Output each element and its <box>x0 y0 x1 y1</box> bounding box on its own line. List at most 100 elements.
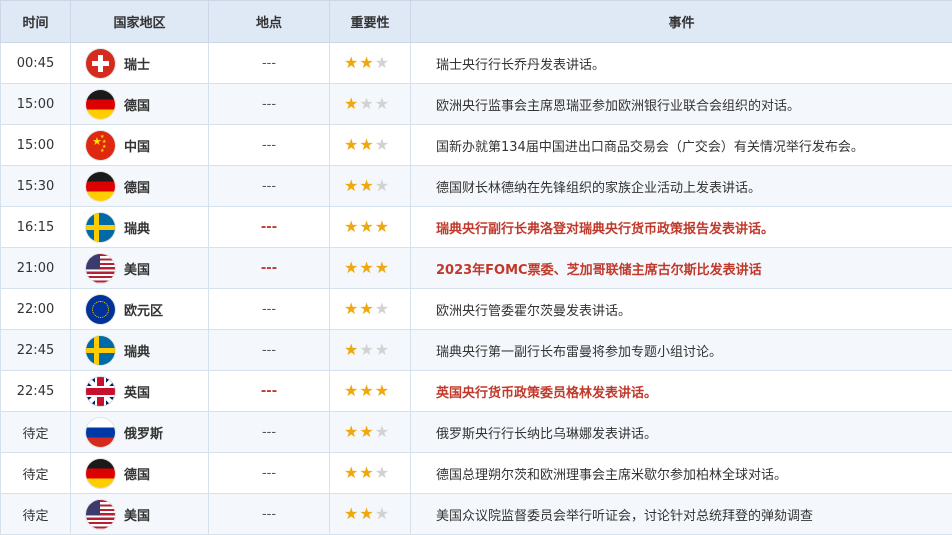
star-icon: ★ <box>375 504 389 523</box>
country-name: 欧元区 <box>124 300 163 319</box>
event-description: 瑞士央行行长乔丹发表讲话。 <box>411 43 952 84</box>
event-description: 瑞典央行第一副行长布雷曼将参加专题小组讨论。 <box>411 330 952 371</box>
sweden-flag-icon <box>86 213 115 242</box>
star-icon: ★ <box>375 94 389 113</box>
header-time: 时间 <box>1 1 71 43</box>
star-icon: ★ <box>344 299 358 318</box>
country-name: 中国 <box>124 136 150 155</box>
germany-flag-icon <box>86 459 115 488</box>
table-row[interactable]: 待定俄罗斯---★★★俄罗斯央行行长纳比乌琳娜发表讲话。 <box>1 412 952 453</box>
usa-flag-icon <box>86 500 115 529</box>
importance-rating: ★★★ <box>330 289 411 330</box>
table-row[interactable]: 15:30德国---★★★德国财长林德纳在先锋组织的家族企业活动上发表讲话。 <box>1 166 952 207</box>
event-location: --- <box>209 166 330 207</box>
star-icon: ★ <box>359 422 373 441</box>
event-location: --- <box>209 84 330 125</box>
country-cell: 德国 <box>71 453 209 494</box>
event-location: --- <box>209 330 330 371</box>
table-row[interactable]: 22:00欧元区---★★★欧洲央行管委霍尔茨曼发表讲话。 <box>1 289 952 330</box>
star-icon: ★ <box>344 176 358 195</box>
star-icon: ★ <box>375 258 389 277</box>
uk-flag-icon <box>86 377 115 406</box>
star-icon: ★ <box>359 94 373 113</box>
event-location: --- <box>209 289 330 330</box>
table-row[interactable]: 00:45 瑞士 ---★★★瑞士央行行长乔丹发表讲话。 <box>1 43 952 84</box>
event-time: 待定 <box>1 453 71 494</box>
country-name: 瑞士 <box>124 54 150 73</box>
importance-rating: ★★★ <box>330 207 411 248</box>
star-icon: ★ <box>359 258 373 277</box>
usa-flag-icon <box>86 254 115 283</box>
importance-rating: ★★★ <box>330 494 411 535</box>
event-time: 15:00 <box>1 84 71 125</box>
event-location: --- <box>209 125 330 166</box>
event-description: 欧洲央行监事会主席恩瑞亚参加欧洲银行业联合会组织的对话。 <box>411 84 952 125</box>
country-cell: ★★★★★ 中国 <box>71 125 209 166</box>
importance-rating: ★★★ <box>330 43 411 84</box>
country-name: 瑞典 <box>124 218 150 237</box>
country-cell: 英国 <box>71 371 209 412</box>
event-description: 英国央行货币政策委员格林发表讲话。 <box>411 371 952 412</box>
event-description: 俄罗斯央行行长纳比乌琳娜发表讲话。 <box>411 412 952 453</box>
table-row[interactable]: 15:00★★★★★中国---★★★国新办就第134届中国进出口商品交易会（广交… <box>1 125 952 166</box>
country-cell: 俄罗斯 <box>71 412 209 453</box>
star-icon: ★ <box>359 340 373 359</box>
table-row[interactable]: 16:15瑞典---★★★瑞典央行副行长弗洛登对瑞典央行货币政策报告发表讲话。 <box>1 207 952 248</box>
star-icon: ★ <box>375 422 389 441</box>
event-time: 00:45 <box>1 43 71 84</box>
star-icon: ★ <box>344 53 358 72</box>
table-row[interactable]: 22:45英国---★★★英国央行货币政策委员格林发表讲话。 <box>1 371 952 412</box>
event-description: 瑞典央行副行长弗洛登对瑞典央行货币政策报告发表讲话。 <box>411 207 952 248</box>
country-cell: 瑞典 <box>71 207 209 248</box>
event-location: --- <box>209 412 330 453</box>
event-time: 16:15 <box>1 207 71 248</box>
table-row[interactable]: 待定美国---★★★美国众议院监督委员会举行听证会，讨论针对总统拜登的弹劾调查 <box>1 494 952 535</box>
header-event: 事件 <box>411 1 952 43</box>
star-icon: ★ <box>344 504 358 523</box>
importance-rating: ★★★ <box>330 248 411 289</box>
table-body: 00:45瑞士---★★★瑞士央行行长乔丹发表讲话。15:00德国---★★★欧… <box>1 43 952 535</box>
country-name: 英国 <box>124 382 150 401</box>
country-cell: 美国 <box>71 248 209 289</box>
importance-rating: ★★★ <box>330 412 411 453</box>
event-description: 德国财长林德纳在先锋组织的家族企业活动上发表讲话。 <box>411 166 952 207</box>
star-icon: ★ <box>359 299 373 318</box>
table-row[interactable]: 21:00美国---★★★2023年FOMC票委、芝加哥联储主席古尔斯比发表讲话 <box>1 248 952 289</box>
event-description: 德国总理朔尔茨和欧洲理事会主席米歇尔参加柏林全球对话。 <box>411 453 952 494</box>
country-cell: 美国 <box>71 494 209 535</box>
table-row[interactable]: 待定德国---★★★德国总理朔尔茨和欧洲理事会主席米歇尔参加柏林全球对话。 <box>1 453 952 494</box>
star-icon: ★ <box>344 422 358 441</box>
star-icon: ★ <box>375 340 389 359</box>
event-time: 待定 <box>1 494 71 535</box>
header-importance: 重要性 <box>330 1 411 43</box>
star-icon: ★ <box>344 217 358 236</box>
event-location: --- <box>209 248 330 289</box>
country-name: 美国 <box>124 505 150 524</box>
country-name: 瑞典 <box>124 341 150 360</box>
star-icon: ★ <box>344 258 358 277</box>
star-icon: ★ <box>359 53 373 72</box>
russia-flag-icon <box>86 418 115 447</box>
header-country: 国家地区 <box>71 1 209 43</box>
table-row[interactable]: 22:45瑞典---★★★瑞典央行第一副行长布雷曼将参加专题小组讨论。 <box>1 330 952 371</box>
china-flag-icon: ★★★★★ <box>86 131 115 160</box>
sweden-flag-icon <box>86 336 115 365</box>
star-icon: ★ <box>359 504 373 523</box>
country-name: 美国 <box>124 259 150 278</box>
country-cell: 瑞典 <box>71 330 209 371</box>
star-icon: ★ <box>344 463 358 482</box>
star-icon: ★ <box>344 340 358 359</box>
event-description: 国新办就第134届中国进出口商品交易会（广交会）有关情况举行发布会。 <box>411 125 952 166</box>
star-icon: ★ <box>359 176 373 195</box>
table-row[interactable]: 15:00德国---★★★欧洲央行监事会主席恩瑞亚参加欧洲银行业联合会组织的对话… <box>1 84 952 125</box>
germany-flag-icon <box>86 90 115 119</box>
star-icon: ★ <box>344 94 358 113</box>
event-description: 美国众议院监督委员会举行听证会，讨论针对总统拜登的弹劾调查 <box>411 494 952 535</box>
star-icon: ★ <box>375 176 389 195</box>
star-icon: ★ <box>375 463 389 482</box>
star-icon: ★ <box>359 217 373 236</box>
header-location: 地点 <box>209 1 330 43</box>
event-location: --- <box>209 43 330 84</box>
event-description: 2023年FOMC票委、芝加哥联储主席古尔斯比发表讲话 <box>411 248 952 289</box>
importance-rating: ★★★ <box>330 125 411 166</box>
